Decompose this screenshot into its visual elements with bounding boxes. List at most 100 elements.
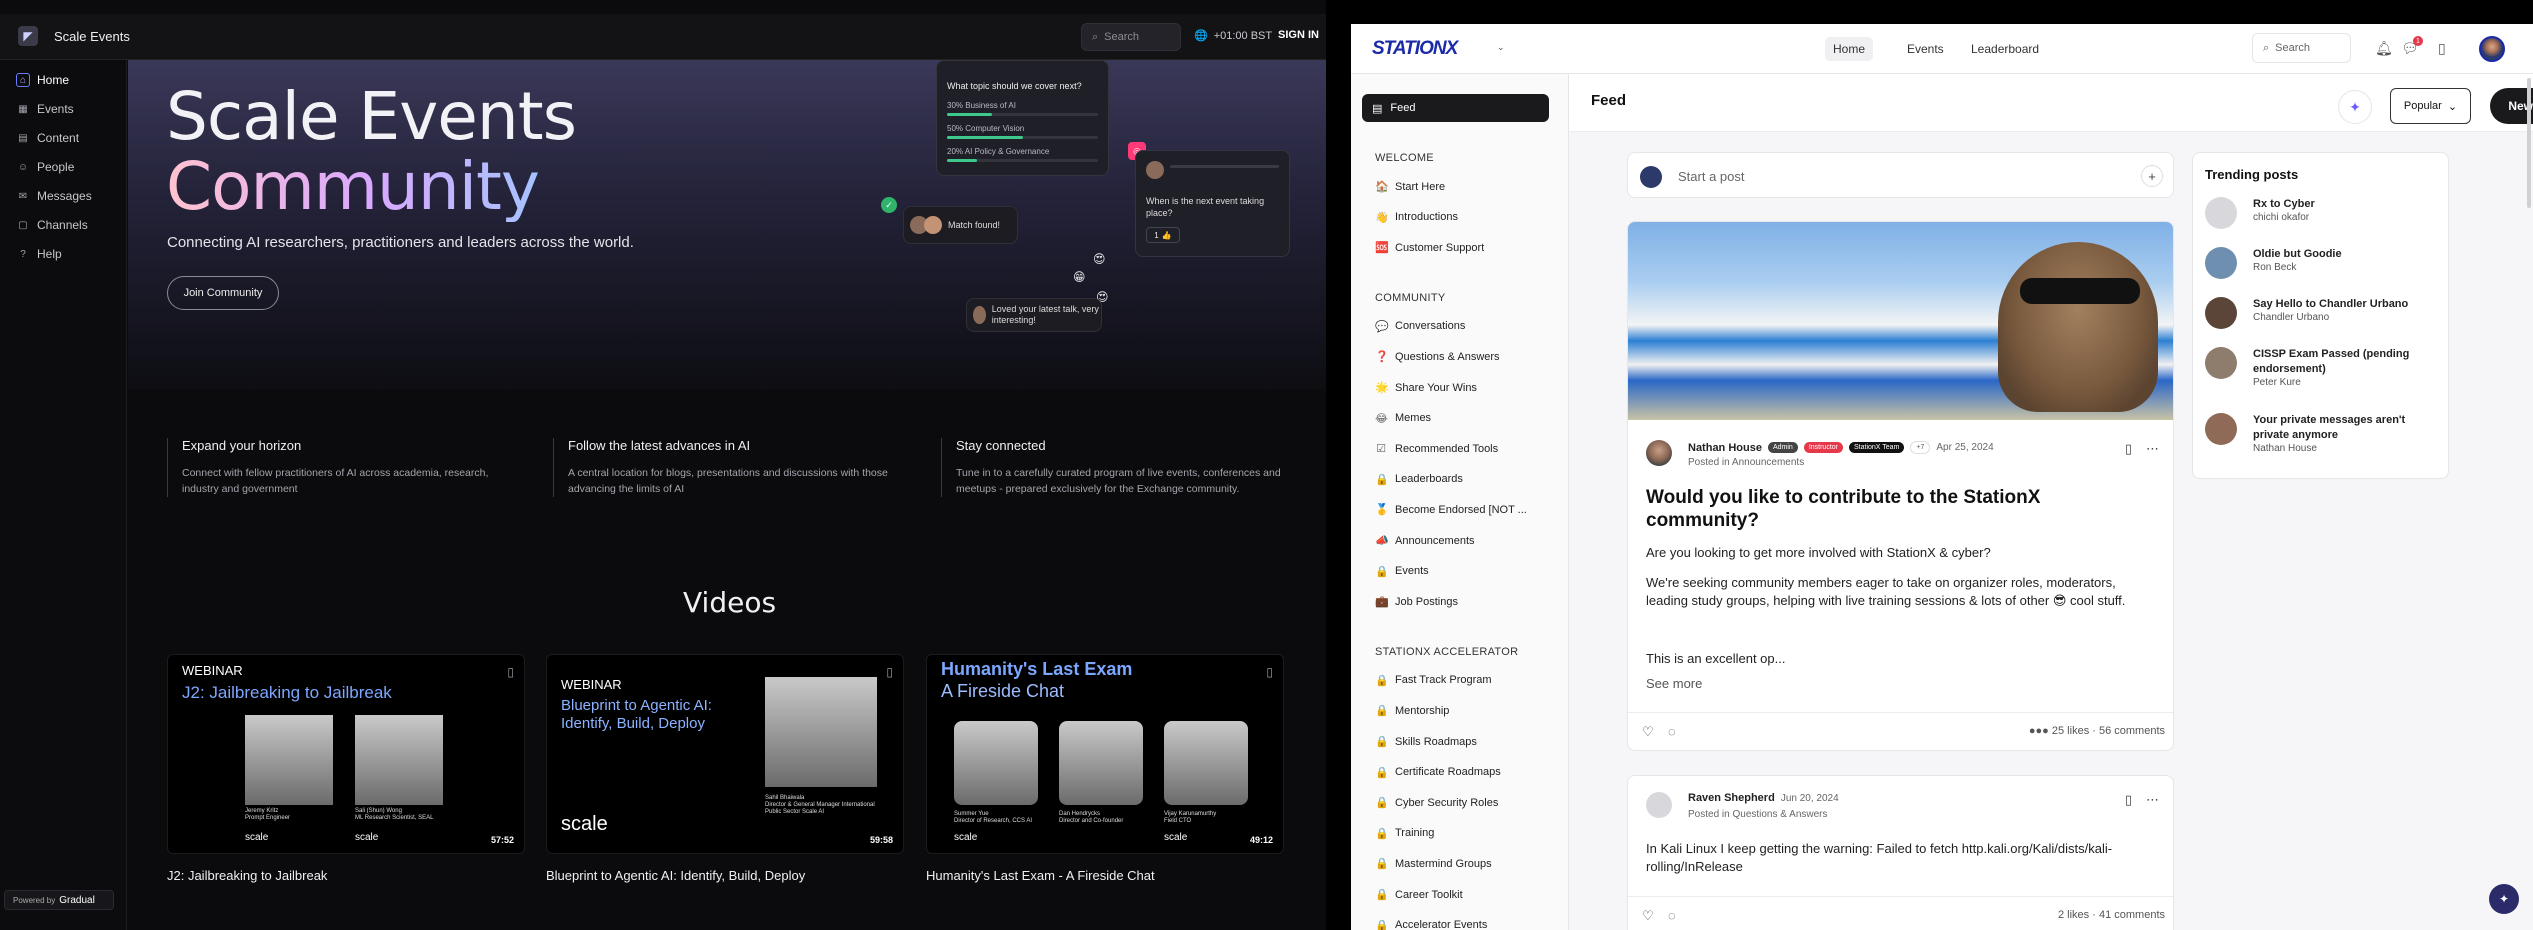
nav-content[interactable]: ▤ Content [16,131,79,145]
video-card-humanity[interactable]: Humanity's Last Exam A Fireside Chat ▯ S… [926,654,1284,854]
lock-icon: 🔒 [1375,565,1389,578]
sidebar-item[interactable]: 🔒 Skills Roadmaps [1375,735,1477,749]
bookmark-icon[interactable]: ▯ [2125,441,2132,457]
avatar [2205,247,2237,279]
comment-icon[interactable]: ◌ [1668,724,1676,739]
nav-people[interactable]: ☺ People [16,160,74,174]
nav-leaderboard[interactable]: Leaderboard [1963,37,2047,61]
chat-bubble-icon[interactable]: ✦ [2489,884,2519,914]
sidebar-item[interactable]: 🔒 Accelerator Events [1375,919,1487,930]
user-avatar[interactable] [2479,36,2505,62]
author-name[interactable]: Nathan House [1688,442,1762,454]
hero-banner: Scale Events Community Connecting AI res… [128,60,1326,390]
comments-count[interactable]: 56 comments [2099,725,2165,737]
author-avatar[interactable] [1646,440,1672,466]
nav-messages[interactable]: ✉ Messages [16,189,92,203]
sidebar-item[interactable]: 💬 Conversations [1375,320,1465,333]
sidebar-item[interactable]: 🔒 Mastermind Groups [1375,857,1492,871]
sidebar-item[interactable]: ❓ Questions & Answers [1375,350,1500,364]
thumbs-up-icon: 👍 [1161,230,1172,240]
timezone-selector[interactable]: 🌐 +01:00 BST [1194,29,1272,43]
video-caption[interactable]: Humanity's Last Exam - A Fireside Chat [926,868,1155,883]
plus-icon[interactable]: + [2141,165,2163,187]
sidebar-item[interactable]: 🔒 Fast Track Program [1375,674,1492,687]
likes-count[interactable]: 2 likes [2058,909,2089,921]
search-input[interactable]: ⌕ Search [2252,33,2351,63]
likes-count[interactable]: 25 likes [2052,725,2089,737]
author-name[interactable]: Raven Shepherd [1688,792,1775,804]
more-tags[interactable]: +7 [1910,441,1931,454]
trending-post-title[interactable]: CISSP Exam Passed (pending endorsement) [2253,347,2438,377]
sparkle-button[interactable]: ✦ [2338,90,2372,124]
bookmark-icon[interactable]: ▯ [2438,40,2446,57]
heart-icon[interactable]: ♡ [1642,908,1654,924]
sort-dropdown[interactable]: Popular ⌄ [2390,88,2471,124]
bookmark-icon[interactable]: ▯ [507,665,514,679]
trending-post-title[interactable]: Your private messages aren't private any… [2253,413,2438,443]
search-input[interactable]: ⌕ Search [1081,23,1181,51]
sidebar-item[interactable]: 🔒 Training [1375,827,1434,840]
sidebar-item[interactable]: 🔒 Mentorship [1375,704,1449,718]
sidebar-item-label: Share Your Wins [1395,381,1477,394]
sidebar-item[interactable]: 🔒 Career Toolkit [1375,888,1463,902]
bookmark-icon[interactable]: ▯ [1266,665,1273,679]
post-title[interactable]: Would you like to contribute to the Stat… [1646,486,2146,532]
globe-icon: 🌐 [1194,30,1208,42]
nav-channels[interactable]: ▢ Channels [16,218,87,232]
nav-home[interactable]: ⌂ Home [16,73,69,87]
nav-help[interactable]: ? Help [16,247,61,261]
sidebar-item[interactable]: ☑ Recommended Tools [1375,442,1498,456]
join-community-button[interactable]: Join Community [167,276,279,310]
sidebar-item[interactable]: 🔒 Cyber Security Roles [1375,796,1498,810]
sidebar-item-feed[interactable]: ▤ Feed [1362,94,1549,122]
sidebar-item[interactable]: 🌟 Share Your Wins [1375,381,1477,395]
sidebar-item[interactable]: 🔒 Certificate Roadmaps [1375,766,1501,779]
start-post-box[interactable]: Start a post + [1627,152,2174,198]
bell-icon[interactable]: 🔔︎ [2375,40,2393,57]
more-icon[interactable]: ⋯ [2146,792,2159,808]
sidebar-item[interactable]: 🔒 Leaderboards [1375,473,1463,486]
chevron-down-icon[interactable]: ⌄ [1497,42,1505,53]
video-card-agentic[interactable]: WEBINAR Blueprint to Agentic AI: Identif… [546,654,904,854]
nav-home[interactable]: Home [1825,37,1874,61]
video-caption[interactable]: Blueprint to Agentic AI: Identify, Build… [546,868,805,883]
posted-in[interactable]: Posted in Questions & Answers [1688,809,1828,820]
sidebar-item[interactable]: 🥇 Become Endorsed [NOT ... [1375,503,1527,517]
trending-post-title[interactable]: Oldie but Goodie [2253,247,2438,262]
powered-by-badge[interactable]: Powered by Gradual [4,890,114,910]
post-footer: ♡ ◌ 2 likes · 41 comments [1628,896,2173,930]
sidebar-item[interactable]: 📣 Announcements [1375,534,1475,548]
video-card-jailbreak[interactable]: WEBINAR J2: Jailbreaking to Jailbreak ▯ … [167,654,525,854]
scrollbar[interactable] [2527,78,2531,208]
video-caption[interactable]: J2: Jailbreaking to Jailbreak [167,868,327,883]
sign-in-button[interactable]: SIGN IN [1278,29,1319,41]
stationx-logo[interactable]: STATIONX [1372,38,1458,60]
sidebar-item[interactable]: 🏠 Start Here [1375,180,1445,194]
sidebar-item[interactable]: 🆘 Customer Support [1375,241,1484,255]
more-icon[interactable]: ⋯ [2146,441,2159,457]
posted-in[interactable]: Posted in Announcements [1688,457,1804,468]
sidebar-item[interactable]: 🔒 Events [1375,565,1429,578]
sidebar-item[interactable]: 👋 Introductions [1375,211,1458,224]
bookmark-icon[interactable]: ▯ [2125,792,2132,808]
trending-post-author: Chandler Urbano [2253,312,2330,323]
post-body[interactable]: In Kali Linux I keep getting the warning… [1646,840,2156,876]
author-avatar[interactable] [1646,792,1672,818]
nav-events[interactable]: Events [1899,37,1952,61]
search-icon: ⌕ [2263,41,2270,54]
brand-name[interactable]: Scale Events [54,29,130,44]
heart-icon[interactable]: ♡ [1642,724,1654,740]
scale-logo-icon[interactable]: ◤ [18,26,38,46]
speaker-photo [765,677,877,787]
nav-events[interactable]: ▦ Events [16,102,73,116]
comment-icon[interactable]: ◌ [1668,908,1676,923]
comments-count[interactable]: 41 comments [2099,909,2165,921]
bookmark-icon[interactable]: ▯ [886,665,893,679]
see-more-link[interactable]: See more [1646,676,1702,691]
trending-post-title[interactable]: Rx to Cyber [2253,197,2438,212]
sidebar-item[interactable]: 😂 Memes [1375,412,1431,425]
sidebar-item[interactable]: 💼 Job Postings [1375,595,1458,609]
right-sidebar: ▤ Feed WELCOME 🏠 Start Here 👋 Introductions 🆘… [1351,74,1569,930]
trending-post-title[interactable]: Say Hello to Chandler Urbano [2253,297,2438,312]
scale-logo: scale [954,832,978,843]
